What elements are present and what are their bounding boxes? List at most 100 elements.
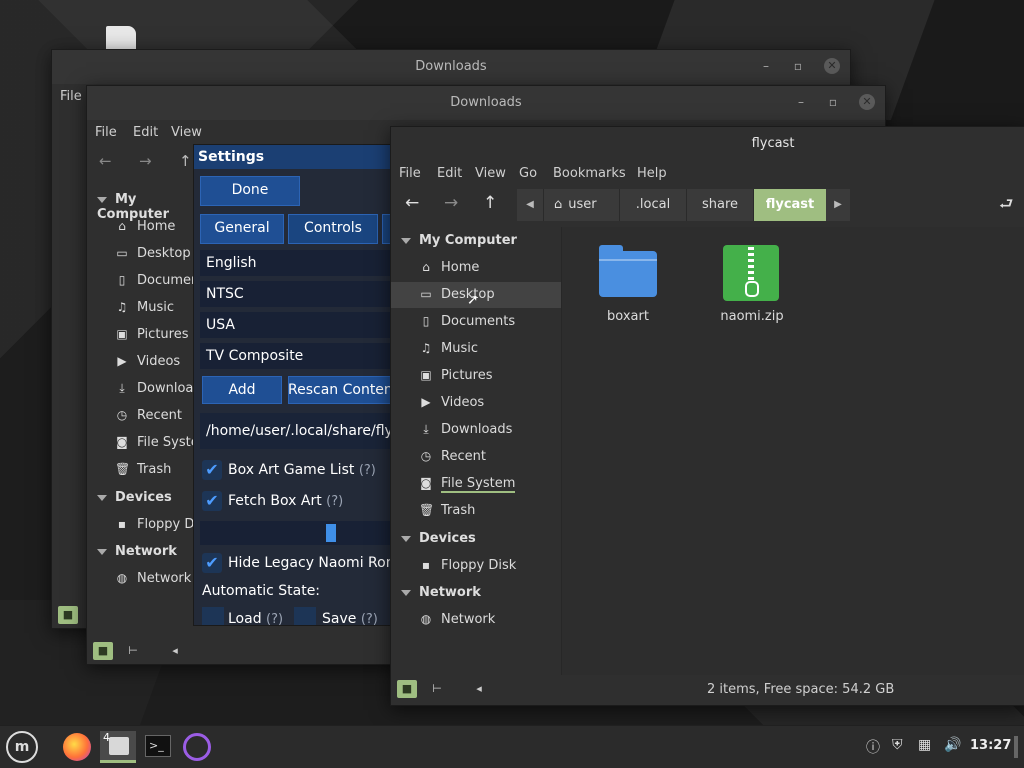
hide-legacy-naomi-checkbox[interactable]: ✔ <box>202 553 222 573</box>
rescan-content-button[interactable]: Rescan Content <box>288 376 390 404</box>
sidebar-item-videos[interactable]: ▶ Videos <box>87 349 197 375</box>
sidebar-item-music[interactable]: ♫ Music <box>87 295 197 321</box>
sidebar-item-documents[interactable]: ▯ Documents <box>87 268 211 294</box>
sidebar-item-desktop[interactable]: ▭ Desktop ➚ <box>391 282 561 308</box>
sidebar-item-recent[interactable]: ◷ Recent <box>87 403 197 429</box>
close-button[interactable]: ✕ <box>859 94 875 110</box>
places-toggle-button[interactable]: ■ <box>93 642 113 660</box>
network-tray-icon[interactable]: ▦ <box>918 737 931 753</box>
desktop-file-icon[interactable] <box>106 26 136 50</box>
sidebar-item-pictures[interactable]: ▣ Pictures <box>391 363 561 389</box>
menu-bookmarks[interactable]: Bookmarks <box>553 166 626 181</box>
firefox-launcher[interactable] <box>60 731 94 763</box>
back-arrow-icon[interactable]: ← <box>405 193 419 213</box>
sidebar-item-file-system[interactable]: ◙ File System <box>391 471 561 497</box>
flycast-launcher[interactable] <box>180 731 214 763</box>
section-network[interactable]: Network <box>401 585 481 600</box>
menu-logo-icon[interactable]: m <box>6 731 38 763</box>
file-item-naomi-zip[interactable]: naomi.zip <box>700 241 804 331</box>
sidebar-item-videos[interactable]: ▶ Videos <box>391 390 561 416</box>
tab-controls[interactable]: Controls <box>288 214 378 244</box>
menu-help[interactable]: Help <box>637 166 667 181</box>
minimize-button[interactable]: – <box>793 94 809 110</box>
update-manager-icon[interactable]: ⓘ <box>866 737 880 757</box>
save-checkbox[interactable] <box>294 607 316 625</box>
sidebar-item-network[interactable]: ◍ Network <box>87 566 197 592</box>
breadcrumb-flycast[interactable]: flycast <box>754 189 826 221</box>
section-my-computer[interactable]: My Computer <box>401 233 517 248</box>
menu-view[interactable]: View <box>171 125 202 140</box>
menu-go[interactable]: Go <box>519 166 537 181</box>
sidebar-item-network[interactable]: ◍ Network <box>391 607 561 633</box>
content-path-field[interactable]: /home/user/.local/share/flycast <box>200 413 390 449</box>
region-select[interactable]: USA <box>200 312 390 338</box>
menu-file[interactable]: File <box>95 125 117 140</box>
sidebar-item-home[interactable]: ⌂ Home <box>87 214 197 240</box>
cable-select[interactable]: TV Composite <box>200 343 390 369</box>
sidebar-item-floppy[interactable]: ▪ Floppy Disk <box>391 553 561 579</box>
add-button[interactable]: Add <box>202 376 282 404</box>
breadcrumb-share[interactable]: share <box>687 189 754 221</box>
toggle-location-icon[interactable]: ⮐ <box>999 193 1013 220</box>
menu-file[interactable]: File <box>399 166 421 181</box>
maximize-button[interactable]: ▫ <box>790 58 806 74</box>
box-art-list-checkbox[interactable]: ✔ <box>202 460 222 480</box>
sidebar-item-downloads[interactable]: ⤓ Downloads <box>391 417 561 443</box>
sidebar-item-file-system[interactable]: ◙ File System <box>87 430 211 456</box>
tree-toggle-button[interactable]: ⊢ <box>427 680 447 698</box>
breadcrumb-right-arrow-icon[interactable]: ▶ <box>826 189 850 221</box>
forward-arrow-icon[interactable]: → <box>444 193 458 213</box>
section-devices[interactable]: Devices <box>401 531 476 546</box>
back-arrow-icon[interactable]: ← <box>99 152 112 170</box>
flycast-settings-panel[interactable]: Settings Done General Controls English N… <box>193 144 391 626</box>
window-titlebar[interactable]: flycast <box>391 127 1024 161</box>
places-toggle-button[interactable]: ■ <box>58 606 78 624</box>
sidebar-item-recent[interactable]: ◷ Recent <box>391 444 561 470</box>
section-network[interactable]: Network <box>97 544 177 559</box>
shield-icon[interactable]: ⛨ <box>892 737 903 753</box>
breadcrumb-user[interactable]: ⌂ user <box>544 189 620 221</box>
maximize-button[interactable]: ▫ <box>825 94 841 110</box>
sidebar-item-trash[interactable]: 🗑 Trash <box>391 498 561 524</box>
done-button[interactable]: Done <box>200 176 300 206</box>
window-titlebar[interactable]: Downloads – ▫ ✕ <box>87 86 885 120</box>
file-view[interactable]: boxart naomi.zip <box>562 227 1024 675</box>
volume-icon[interactable]: 🔊 <box>944 737 961 753</box>
slider-thumb[interactable] <box>326 524 336 542</box>
menu-file[interactable]: File <box>60 89 82 104</box>
hide-sidebar-button[interactable]: ◂ <box>165 642 185 660</box>
minimize-button[interactable]: – <box>758 58 774 74</box>
clock[interactable]: 13:27 <box>970 738 1011 753</box>
show-desktop-button[interactable] <box>1014 736 1018 758</box>
broadcast-select[interactable]: NTSC <box>200 281 390 307</box>
menu-edit[interactable]: Edit <box>133 125 158 140</box>
close-button[interactable]: ✕ <box>824 58 840 74</box>
up-arrow-icon[interactable]: ↑ <box>179 152 192 170</box>
tab-general[interactable]: General <box>200 214 284 244</box>
sidebar-item-music[interactable]: ♫ Music <box>391 336 561 362</box>
sidebar-item-downloads[interactable]: ⤓ Downloads <box>87 376 208 402</box>
tree-toggle-button[interactable]: ⊢ <box>123 642 143 660</box>
slider-track[interactable] <box>200 521 390 545</box>
sidebar-item-floppy[interactable]: ▪ Floppy Disk <box>87 512 212 538</box>
sidebar-item-desktop[interactable]: ▭ Desktop <box>87 241 197 267</box>
forward-arrow-icon[interactable]: → <box>139 152 152 170</box>
sidebar-item-documents[interactable]: ▯ Documents <box>391 309 561 335</box>
places-toggle-button[interactable]: ■ <box>397 680 417 698</box>
window-titlebar[interactable]: Downloads – ▫ ✕ <box>52 50 850 84</box>
menu-view[interactable]: View <box>475 166 506 181</box>
language-select[interactable]: English <box>200 250 390 276</box>
load-checkbox[interactable] <box>202 607 224 625</box>
section-devices[interactable]: Devices <box>97 490 172 505</box>
menu-edit[interactable]: Edit <box>437 166 462 181</box>
fetch-box-art-checkbox[interactable]: ✔ <box>202 491 222 511</box>
terminal-launcher[interactable]: >_ <box>142 731 174 763</box>
sidebar-item-trash[interactable]: 🗑 Trash <box>87 457 197 483</box>
flycast-file-manager-window[interactable]: flycast File Edit View Go Bookmarks Help… <box>390 126 1024 706</box>
sidebar-item-pictures[interactable]: ▣ Pictures <box>87 322 197 348</box>
up-arrow-icon[interactable]: ↑ <box>483 193 497 213</box>
file-manager-task[interactable]: 4 <box>100 731 136 763</box>
sidebar-item-home[interactable]: ⌂ Home <box>391 255 561 281</box>
breadcrumb-left-arrow-icon[interactable]: ◀ <box>517 189 544 221</box>
hide-sidebar-button[interactable]: ◂ <box>469 680 489 698</box>
